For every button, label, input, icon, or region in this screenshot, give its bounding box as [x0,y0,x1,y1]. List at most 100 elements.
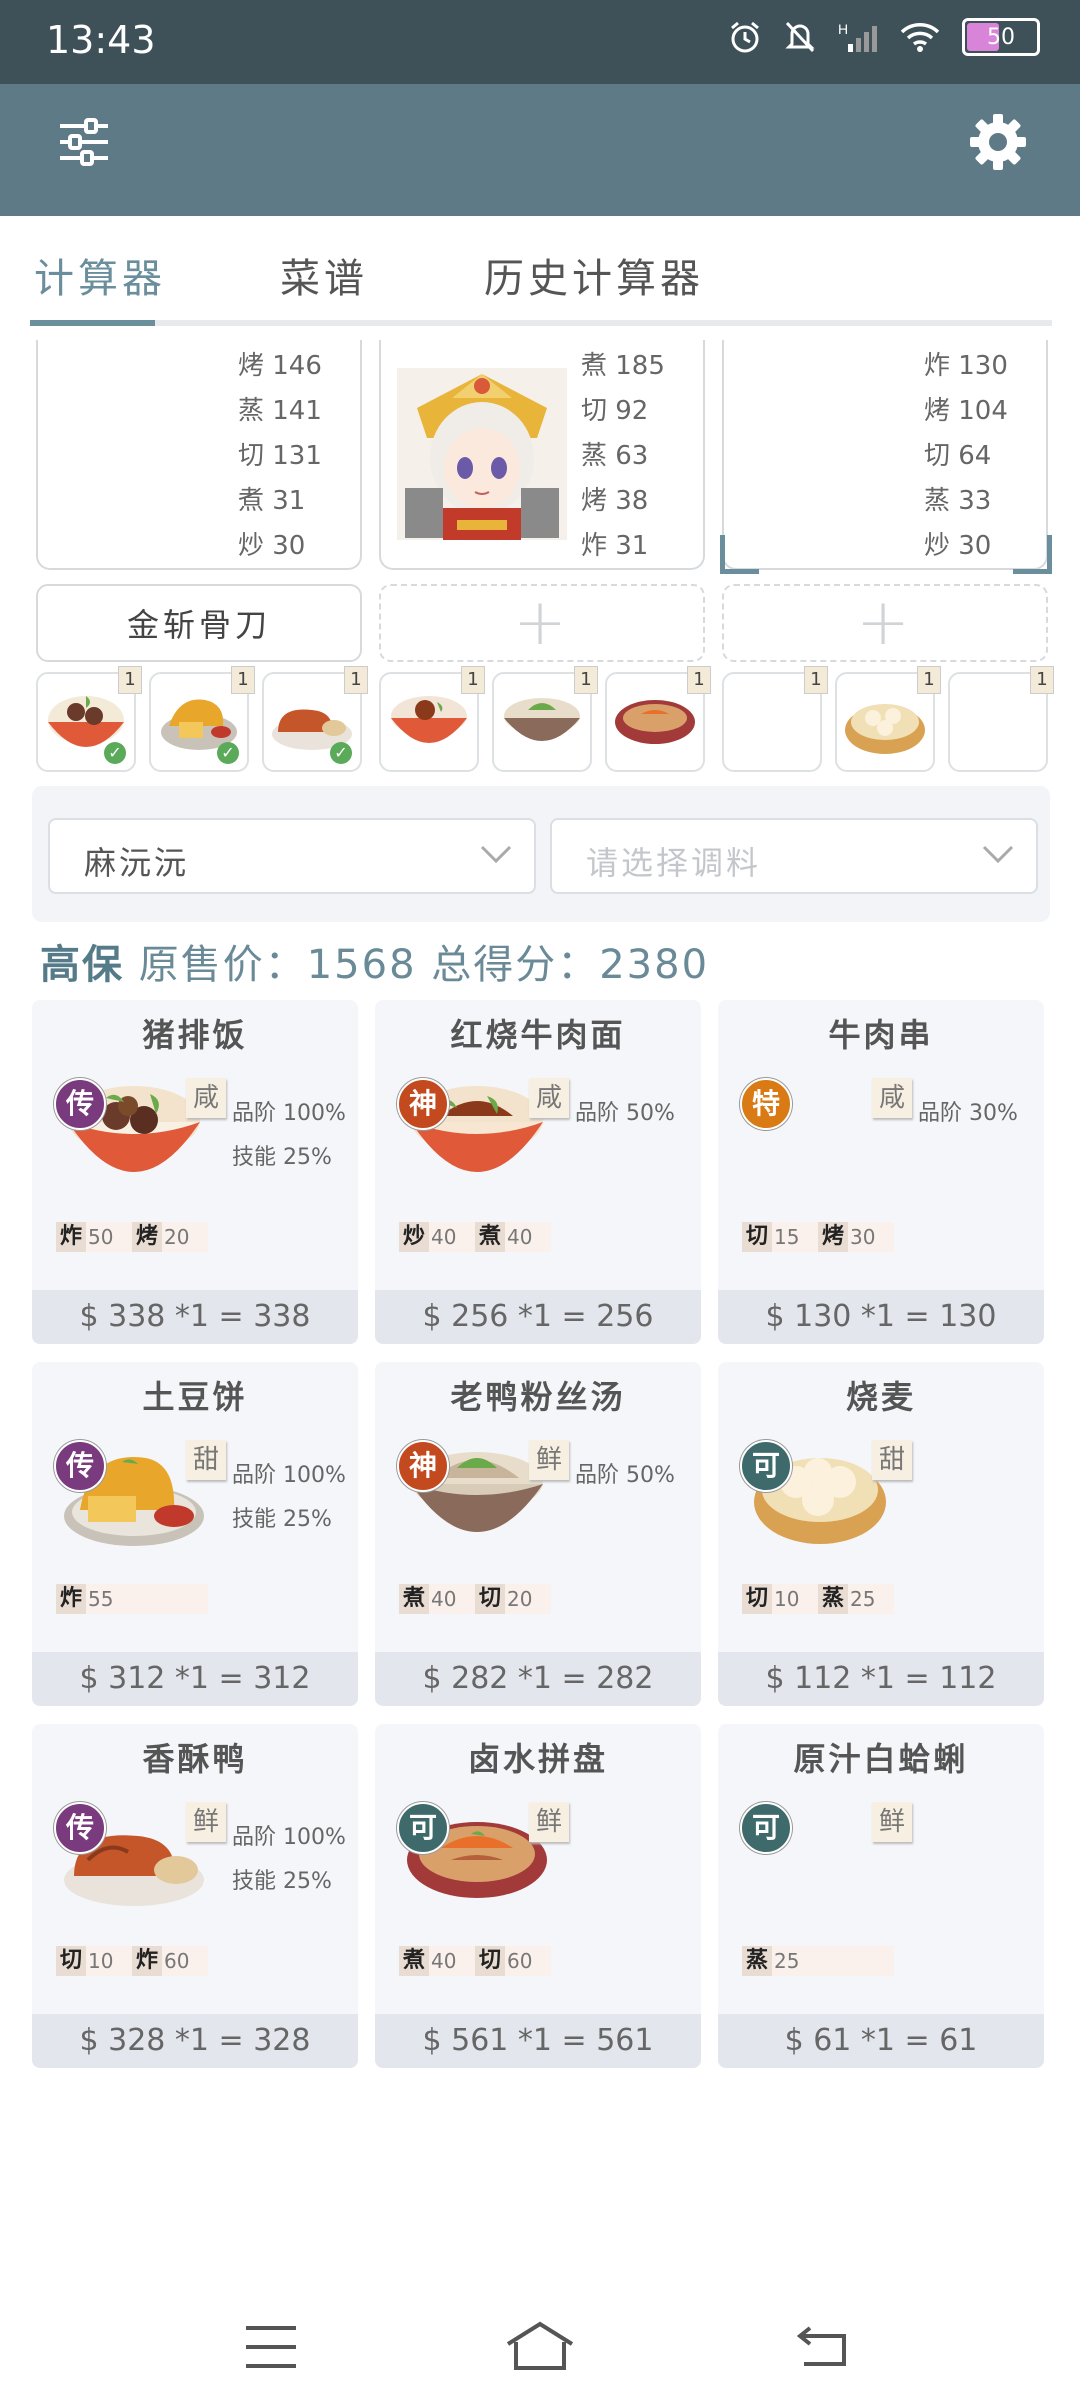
grade-bonus: 品阶 100% [232,1101,346,1126]
requirement-skill: 烤 [132,1222,162,1252]
tab-divider [30,320,1052,326]
equipment-add-button-2[interactable]: + [379,584,705,662]
chef-skills: 烤 146 蒸 141 切 131 煮 31 炒 30 [238,344,322,569]
recipe-slot[interactable]: 1 [835,666,941,772]
chef-slot-1[interactable]: 烤 146 蒸 141 切 131 煮 31 炒 30 [36,340,362,570]
price-bar: $ 256 *1 = 256 [375,1290,701,1344]
chef-skills: 炸 130 烤 104 切 64 蒸 33 炒 30 [924,344,1008,569]
price-bar: $ 561 *1 = 561 [375,2014,701,2068]
requirement-skill: 蒸 [818,1584,848,1614]
summary-chef-name: 高保 [40,942,124,988]
equipment-slot-1[interactable]: 金斩骨刀 [36,584,362,662]
requirement-item: 切 60 [475,1946,551,1976]
select-placeholder: 请选择调料 [586,844,762,882]
seasoning-select-dropdown[interactable]: 请选择调料 [550,818,1038,894]
rarity-badge: 特 [740,1078,792,1130]
dish-name: 土豆饼 [142,1378,248,1416]
requirement-value: 60 [164,1949,190,1973]
flavor-tag: 鲜 [529,1440,569,1480]
quantity-badge: 1 [344,666,368,694]
quality-info: 品阶 100% 技能 25% [232,1816,346,1904]
back-icon[interactable] [796,2322,850,2368]
dish-card[interactable]: 卤水拼盘可鲜煮 40 切 60 $ 561 *1 = 561 [375,1724,701,2068]
system-nav-bar [0,2300,1080,2408]
dish-card[interactable]: 烧麦可甜切 10 蒸 25 $ 112 *1 = 112 [718,1362,1044,1706]
beef-noodle-icon [391,696,467,743]
status-bar: 13:43 H 50 [0,0,1080,84]
dish-name: 卤水拼盘 [467,1740,608,1778]
dish-card[interactable]: 猪排饭传咸品阶 100% 技能 25% 炸 50 烤 20 $ 338 *1 = 338 [32,1000,358,1344]
recipe-slot[interactable]: ✓ 1 [149,666,255,772]
chef-select-dropdown[interactable]: 麻沅沅 [48,818,536,894]
requirement-value: 40 [431,1949,457,1973]
recipe-slot[interactable]: ✓ 1 [262,666,368,772]
dish-card[interactable]: 老鸭粉丝汤神鲜品阶 50% 煮 40 切 20 $ 282 *1 = 282 [375,1362,701,1706]
skill-value: 切 131 [238,441,322,471]
status-time: 13:43 [46,18,156,62]
flavor-tag: 鲜 [529,1802,569,1842]
requirement-value: 10 [774,1587,800,1611]
summary-score-text: 原售价：1568 总得分：2380 [138,942,710,988]
recipe-slot[interactable]: 1 [492,666,598,772]
dish-name: 老鸭粉丝汤 [450,1378,626,1416]
requirement-value: 15 [774,1225,800,1249]
menu-icon[interactable] [244,2324,298,2370]
requirement-item: 切 10 [56,1946,132,1976]
tab-calculator[interactable]: 计算器 [34,246,166,304]
skill-value: 烤 146 [238,351,322,381]
requirement-empty [818,1946,894,1976]
filter-settings-icon[interactable] [56,114,112,174]
recipe-slot-empty[interactable]: 1 [722,666,828,772]
dish-card[interactable]: 土豆饼传 甜品阶 100% 技能 25% 炸 55 $ 312 *1 = 312 [32,1362,358,1706]
home-icon[interactable] [504,2320,576,2372]
chef-portrait [397,368,567,540]
status-icons: H 50 [728,18,1040,56]
skill-requirements: 切 10 炸 60 [56,1946,208,1976]
score-summary: 高保 原售价：1568 总得分：2380 [40,932,709,990]
recipe-slot[interactable]: ✓ 1 [36,666,142,772]
settings-gear-icon[interactable] [968,112,1028,176]
skill-value: 蒸 141 [238,396,322,426]
requirement-item: 煮 40 [399,1946,475,1976]
dish-card[interactable]: 红烧牛肉面神咸品阶 50% 炒 40 煮 40 $ 256 *1 = 256 [375,1000,701,1344]
requirement-item: 蒸 25 [742,1946,818,1976]
grade-bonus: 品阶 30% [918,1101,1018,1126]
skill-value: 炒 30 [238,531,306,561]
quantity-badge: 1 [804,666,828,694]
alarm-icon [731,21,759,53]
requirement-skill: 炒 [399,1222,429,1252]
flavor-tag: 甜 [186,1440,226,1480]
recipe-slot[interactable]: 1 [605,666,711,772]
recipe-slot[interactable]: 1 [379,666,485,772]
skill-value: 烤 104 [924,396,1008,426]
requirement-empty [132,1584,208,1614]
chef-skills: 煮 185 切 92 蒸 63 烤 38 炸 31 [581,344,665,569]
dish-name: 烧麦 [845,1378,916,1416]
chef-slot-3[interactable]: 炸 130 烤 104 切 64 蒸 33 炒 30 [720,340,1052,574]
requirement-value: 55 [88,1587,114,1611]
dish-card[interactable]: 香酥鸭传鲜品阶 100% 技能 25% 切 10 炸 60 $ 328 *1 = 328 [32,1724,358,2068]
requirement-skill: 切 [742,1222,772,1252]
tab-history-calculator[interactable]: 历史计算器 [484,246,704,304]
tab-recipes[interactable]: 菜谱 [280,246,368,304]
price-bar: $ 328 *1 = 328 [32,2014,358,2068]
battery-icon: 50 [962,18,1040,56]
chef-slot-2[interactable]: 煮 185 切 92 蒸 63 烤 38 炸 31 [379,340,705,570]
dish-name: 原汁白蛤蜊 [793,1740,969,1778]
requirement-skill: 煮 [399,1946,429,1976]
price-bar: $ 130 *1 = 130 [718,1290,1044,1344]
requirement-value: 10 [88,1949,114,1973]
grade-bonus: 品阶 100% [232,1463,346,1488]
dish-card[interactable]: 牛肉串特咸品阶 30% 切 15 烤 30 $ 130 *1 = 130 [718,1000,1044,1344]
equipment-add-button-3[interactable]: + [722,584,1048,662]
requirement-value: 20 [164,1225,190,1249]
requirement-value: 40 [431,1225,457,1249]
skill-value: 烤 38 [581,486,649,516]
price-bar: $ 338 *1 = 338 [32,1290,358,1344]
tab-active-indicator [30,320,155,326]
rarity-badge: 可 [740,1440,792,1492]
dish-card[interactable]: 原汁白蛤蜊可 鲜蒸 25 $ 61 *1 = 61 [718,1724,1044,2068]
recipe-slot-empty[interactable]: 1 [948,666,1054,772]
quality-info: 品阶 100% 技能 25% [232,1092,346,1180]
price-bar: $ 112 *1 = 112 [718,1652,1044,1706]
